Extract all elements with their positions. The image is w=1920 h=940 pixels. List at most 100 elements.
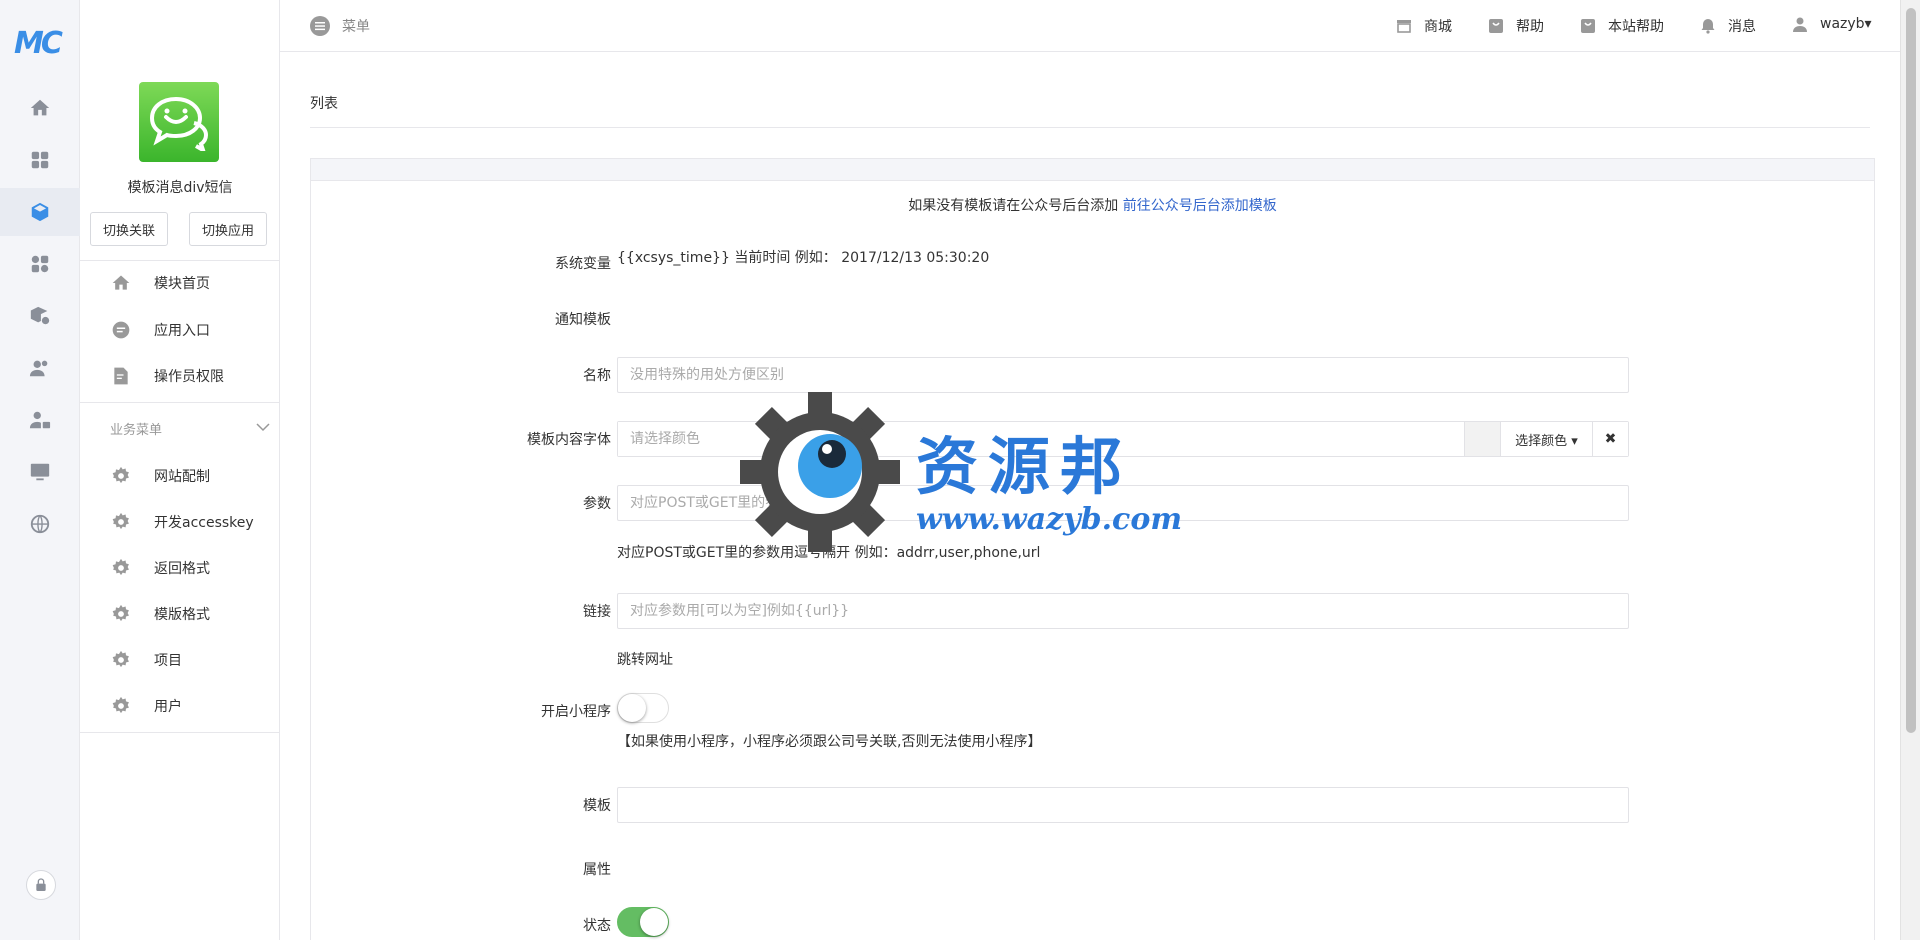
gear-logo-icon (740, 392, 900, 552)
lock-icon[interactable] (26, 870, 56, 900)
toggle-knob (618, 694, 646, 722)
watermark-url: www.wazyb.com (916, 502, 1183, 537)
name-label: 名称 (583, 368, 611, 384)
pick-color-button[interactable]: 选择颜色 ▾ (1500, 422, 1592, 456)
top-header: 菜单 商城 帮助 本站帮助 消息 wazyb▾ (280, 0, 1900, 52)
nav-label: 消息 (1728, 19, 1756, 35)
divider (80, 732, 280, 733)
username: wazyb▾ (1820, 16, 1872, 32)
clear-color-button[interactable]: ✖ (1592, 422, 1628, 456)
sysvar-value: {{xcsys_time}} 当前时间 例如： 2017/12/13 05:30… (617, 250, 990, 266)
menu-label: 菜单 (342, 19, 370, 35)
sidebar-item-template-format[interactable]: 模版格式 (80, 594, 280, 634)
notice: 如果没有模板请在公众号后台添加 前往公众号后台添加模板 (311, 195, 1874, 215)
link-help: 跳转网址 (617, 652, 673, 668)
notice-link[interactable]: 前往公众号后台添加模板 (1123, 198, 1277, 214)
globe-icon[interactable] (26, 510, 54, 538)
nav-label: 本站帮助 (1608, 19, 1664, 35)
attr-label: 属性 (583, 862, 611, 878)
sidebar-item-dev-accesskey[interactable]: 开发accesskey (80, 502, 280, 542)
link-input[interactable] (617, 593, 1629, 629)
sidebar-item-label: 网站配制 (154, 469, 210, 485)
watermark-text: 资源邦 (916, 430, 1133, 503)
monitor-icon[interactable] (26, 458, 54, 486)
sidebar-item-label: 模块首页 (154, 276, 210, 292)
user-lock-icon[interactable] (26, 406, 54, 434)
icon-rail: MC (0, 0, 80, 940)
switch-app-button[interactable]: 切换应用 (189, 212, 268, 246)
cube-icon[interactable] (0, 188, 80, 236)
user-icon (1792, 16, 1808, 32)
color-swatch[interactable] (1464, 422, 1500, 456)
module-sidebar: 模板消息div短信 切换关联 切换应用 模块首页 应用入口 操作员权限 业务菜单… (80, 0, 280, 940)
app-name: 模板消息div短信 (127, 180, 233, 196)
scrollbar-thumb[interactable] (1906, 8, 1916, 733)
sidebar-item-project[interactable]: 项目 (80, 640, 280, 680)
template-label: 模板 (583, 798, 611, 814)
sidebar-item-label: 模版格式 (154, 607, 210, 623)
sidebar-item-site-config[interactable]: 网站配制 (80, 456, 280, 496)
sidebar-item-user[interactable]: 用户 (80, 686, 280, 726)
panel-header (311, 159, 1874, 181)
notify-template-label: 通知模板 (555, 312, 611, 328)
sidebar-item-module-home[interactable]: 模块首页 (80, 263, 280, 303)
box-gear-icon[interactable] (26, 302, 54, 330)
bag-icon (1488, 18, 1504, 34)
font-label: 模板内容字体 (527, 432, 611, 448)
miniapp-label: 开启小程序 (541, 704, 611, 720)
template-input[interactable] (617, 787, 1629, 823)
user-menu[interactable]: wazyb▾ (1792, 16, 1872, 32)
gear-icon (110, 649, 132, 671)
sidebar-item-return-format[interactable]: 返回格式 (80, 548, 280, 588)
nav-shop[interactable]: 商城 (1396, 16, 1452, 36)
status-toggle[interactable] (617, 907, 669, 937)
sidebar-item-operator-permission[interactable]: 操作员权限 (80, 356, 280, 396)
chevron-down-icon (256, 421, 270, 436)
gear-icon (110, 465, 132, 487)
miniapp-help: 【如果使用小程序，小程序必须跟公司号关联,否则无法使用小程序】 (617, 734, 1042, 750)
gear-icon (110, 603, 132, 625)
home-icon (110, 272, 132, 294)
divider (310, 127, 1870, 128)
sidebar-item-label: 应用入口 (154, 323, 210, 339)
gear-icon (110, 695, 132, 717)
nav-site-help[interactable]: 本站帮助 (1580, 16, 1664, 36)
sidebar-item-label: 操作员权限 (154, 369, 224, 385)
sidebar-item-label: 返回格式 (154, 561, 210, 577)
list-icon (310, 16, 330, 36)
nav-label: 商城 (1424, 19, 1452, 35)
name-input[interactable] (617, 357, 1629, 393)
bag-icon (1580, 18, 1596, 34)
sidebar-item-label: 用户 (154, 699, 182, 715)
nav-messages[interactable]: 消息 (1700, 16, 1756, 36)
doc-edit-icon (110, 365, 132, 387)
divider (80, 402, 280, 403)
miniapp-toggle[interactable] (617, 693, 669, 723)
business-menu-group[interactable]: 业务菜单 (110, 419, 270, 438)
param-label: 参数 (583, 496, 611, 512)
switch-link-button[interactable]: 切换关联 (90, 212, 169, 246)
apps-icon[interactable] (26, 250, 54, 278)
sidebar-item-label: 开发accesskey (154, 515, 254, 531)
shop-icon (1396, 18, 1412, 34)
status-label: 状态 (583, 918, 611, 934)
divider (80, 260, 280, 261)
users-icon[interactable] (26, 354, 54, 382)
nav-help[interactable]: 帮助 (1488, 16, 1544, 36)
home-icon[interactable] (26, 94, 54, 122)
sysvar-label: 系统变量 (555, 256, 611, 272)
bell-icon (1700, 18, 1716, 34)
grid-icon[interactable] (26, 146, 54, 174)
sidebar-item-label: 项目 (154, 653, 182, 669)
page-scrollbar[interactable] (1900, 0, 1920, 940)
sidebar-item-app-entry[interactable]: 应用入口 (80, 310, 280, 350)
watermark: 资源邦 www.wazyb.com (740, 392, 1190, 552)
group-label: 业务菜单 (110, 423, 163, 438)
chat-icon (110, 319, 132, 341)
toggle-knob (640, 908, 668, 936)
brand-logo[interactable]: MC (14, 26, 63, 61)
notice-text: 如果没有模板请在公众号后台添加 (908, 198, 1119, 214)
menu-toggle[interactable]: 菜单 (310, 16, 370, 36)
app-logo (139, 82, 219, 162)
nav-label: 帮助 (1516, 19, 1544, 35)
